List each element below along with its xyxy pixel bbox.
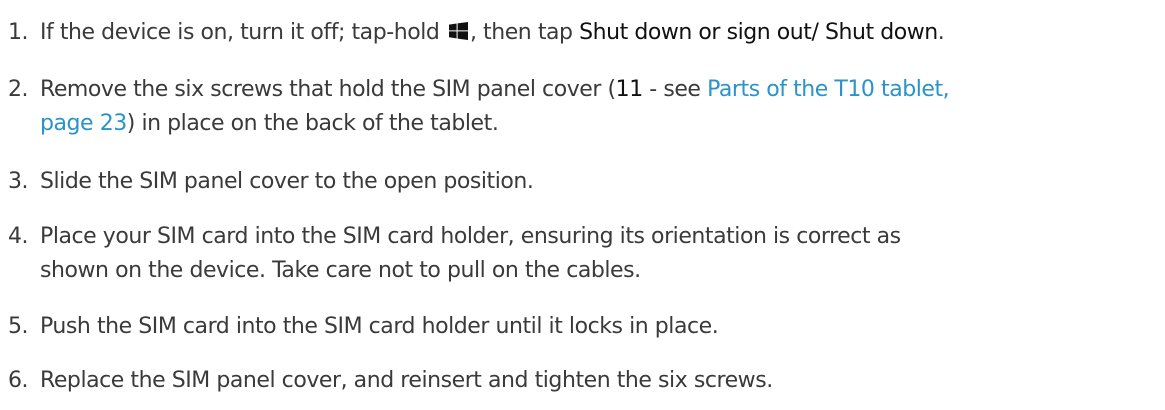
step-number: 4. xyxy=(8,224,29,249)
windows-logo-icon xyxy=(448,22,468,40)
step-text: Remove the six screws that hold the SIM … xyxy=(40,73,950,107)
page-23-link[interactable]: page 23 xyxy=(40,111,127,136)
step-1-end: . xyxy=(937,20,945,45)
step-text: If the device is on, turn it off; tap-ho… xyxy=(40,16,945,50)
step-2-ref-sep: - see xyxy=(642,77,708,102)
menu-path-separator: / xyxy=(811,20,825,45)
step-1-mid: , then tap xyxy=(469,20,580,45)
step-text: Replace the SIM panel cover, and reinser… xyxy=(40,368,773,393)
step-2-lead: Remove the six screws that hold the SIM … xyxy=(40,77,616,102)
step-number: 6. xyxy=(8,368,29,393)
shut-down-label: Shut down xyxy=(825,20,938,45)
step-text: Push the SIM card into the SIM card hold… xyxy=(40,314,719,339)
step-text-continued: page 23) in place on the back of the tab… xyxy=(40,107,499,141)
step-number: 5. xyxy=(8,314,29,339)
step-text: Slide the SIM panel cover to the open po… xyxy=(40,169,534,194)
step-1-lead: If the device is on, turn it off; tap-ho… xyxy=(40,20,440,45)
part-reference-number: 11 xyxy=(615,77,644,102)
step-text-continued: shown on the device. Take care not to pu… xyxy=(40,258,641,283)
parts-of-tablet-link[interactable]: Parts of the T10 tablet, xyxy=(707,77,950,102)
step-number: 1. xyxy=(8,20,29,45)
step-number: 3. xyxy=(8,169,29,194)
shut-down-or-sign-out-label: Shut down or sign out xyxy=(579,20,812,45)
step-number: 2. xyxy=(8,77,29,102)
step-text: Place your SIM card into the SIM card ho… xyxy=(40,224,901,249)
step-2-tail: ) in place on the back of the tablet. xyxy=(126,111,499,136)
